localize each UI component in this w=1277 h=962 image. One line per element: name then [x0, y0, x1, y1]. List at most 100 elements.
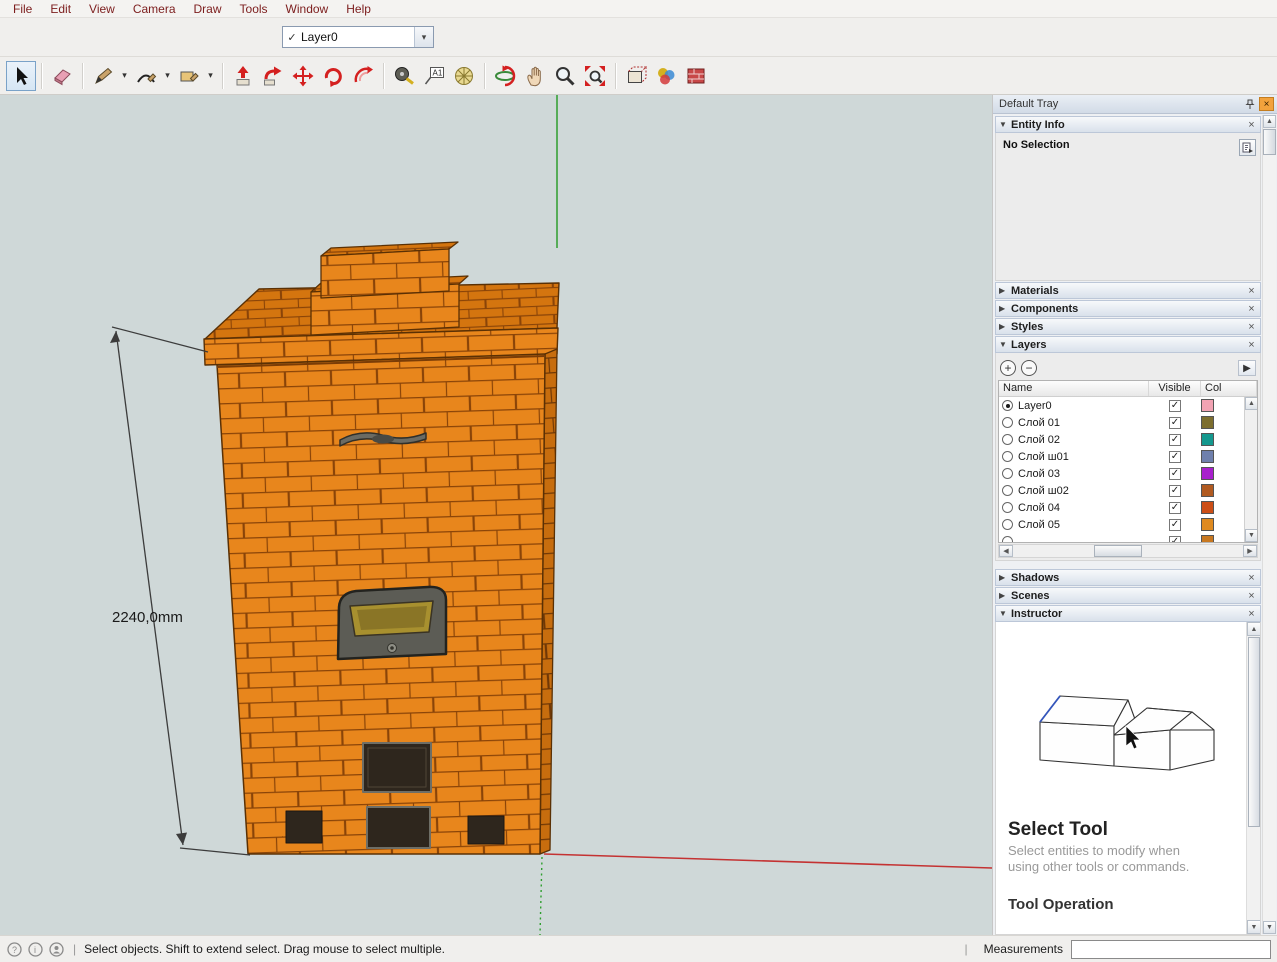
delete-layer-button[interactable]: −: [1021, 360, 1037, 376]
tape-measure-tool-button[interactable]: [389, 61, 419, 91]
scroll-up-arrow[interactable]: ▲: [1245, 397, 1258, 410]
tray-close-button[interactable]: ×: [1259, 97, 1274, 111]
instructor-scrollbar[interactable]: ▲ ▼: [1246, 622, 1260, 934]
layer-row[interactable]: Слой ш01 ✓: [999, 448, 1244, 465]
orbit-tool-button[interactable]: [490, 61, 520, 91]
materials-button[interactable]: [681, 61, 711, 91]
push-pull-tool-button[interactable]: [228, 61, 258, 91]
tray-scrollbar[interactable]: ▲ ▼: [1262, 115, 1276, 934]
visible-checkbox[interactable]: ✓: [1169, 519, 1181, 531]
section-header-styles[interactable]: ▶ Styles ×: [995, 318, 1261, 335]
scroll-right-arrow[interactable]: ▶: [1243, 545, 1257, 557]
layer-row[interactable]: Слой 02 ✓: [999, 431, 1244, 448]
user-icon[interactable]: [48, 941, 65, 958]
menu-draw[interactable]: Draw: [185, 1, 231, 17]
layer-radio[interactable]: [1002, 400, 1013, 411]
layer-radio[interactable]: [1002, 434, 1013, 445]
menu-tools[interactable]: Tools: [231, 1, 277, 17]
layers-details-button[interactable]: ▶: [1238, 360, 1256, 376]
pin-icon[interactable]: [1242, 97, 1257, 111]
chevron-expanded-icon[interactable]: ▼: [999, 120, 1011, 129]
section-header-instructor[interactable]: ▼ Instructor ×: [995, 605, 1261, 622]
section-header-components[interactable]: ▶ Components ×: [995, 300, 1261, 317]
layer-radio[interactable]: [1002, 502, 1013, 513]
section-header-materials[interactable]: ▶ Materials ×: [995, 282, 1261, 299]
close-icon[interactable]: ×: [1245, 590, 1258, 602]
ash-opening-right[interactable]: [468, 816, 504, 844]
visible-checkbox[interactable]: ✓: [1169, 536, 1181, 543]
hscroll-thumb[interactable]: [1094, 545, 1142, 557]
layer-color-swatch[interactable]: [1201, 518, 1214, 531]
scroll-down-arrow[interactable]: ▼: [1247, 920, 1261, 934]
scroll-down-arrow[interactable]: ▼: [1263, 921, 1276, 934]
zoom-extents-tool-button[interactable]: [580, 61, 610, 91]
section-header-layers[interactable]: ▼ Layers ×: [995, 336, 1261, 353]
chevron-collapsed-icon[interactable]: ▶: [999, 591, 1011, 600]
menu-file[interactable]: File: [4, 1, 41, 17]
visible-checkbox[interactable]: ✓: [1169, 400, 1181, 412]
select-tool-button[interactable]: [6, 61, 36, 91]
layer-radio[interactable]: [1002, 485, 1013, 496]
ash-door-center[interactable]: [367, 807, 430, 848]
menu-window[interactable]: Window: [277, 1, 338, 17]
layer-color-swatch[interactable]: [1201, 399, 1214, 412]
layer-row[interactable]: Слой 05 ✓: [999, 516, 1244, 533]
layer-color-swatch[interactable]: [1201, 433, 1214, 446]
menu-view[interactable]: View: [80, 1, 124, 17]
menu-camera[interactable]: Camera: [124, 1, 185, 17]
close-icon[interactable]: ×: [1245, 572, 1258, 584]
visible-checkbox[interactable]: ✓: [1169, 468, 1181, 480]
column-header-color[interactable]: Col: [1201, 381, 1257, 396]
masonry-heater-model[interactable]: [204, 242, 559, 854]
help-icon[interactable]: ?: [6, 941, 23, 958]
layer-radio[interactable]: [1002, 536, 1013, 542]
viewport-canvas[interactable]: 2240,0mm: [0, 95, 992, 935]
layer-row[interactable]: Слой 01 ✓: [999, 414, 1244, 431]
menu-help[interactable]: Help: [337, 1, 380, 17]
chevron-collapsed-icon[interactable]: ▶: [999, 573, 1011, 582]
measurements-input[interactable]: [1071, 940, 1271, 959]
layer-row[interactable]: Слой ш02 ✓: [999, 482, 1244, 499]
close-icon[interactable]: ×: [1245, 119, 1258, 131]
line-tool-dropdown[interactable]: ▾: [118, 61, 131, 91]
chevron-expanded-icon[interactable]: ▼: [999, 609, 1011, 618]
visible-checkbox[interactable]: ✓: [1169, 451, 1181, 463]
layer-color-swatch[interactable]: [1201, 467, 1214, 480]
close-icon[interactable]: ×: [1245, 321, 1258, 333]
move-tool-button[interactable]: [288, 61, 318, 91]
layers-vertical-scrollbar[interactable]: ▲ ▼: [1244, 397, 1257, 542]
scroll-down-arrow[interactable]: ▼: [1245, 529, 1258, 542]
ash-opening-left[interactable]: [286, 811, 322, 843]
protractor-tool-button[interactable]: [449, 61, 479, 91]
shapes-tool-dropdown[interactable]: ▾: [204, 61, 217, 91]
model-viewport[interactable]: 2240,0mm: [0, 95, 992, 935]
scroll-left-arrow[interactable]: ◀: [999, 545, 1013, 557]
section-header-shadows[interactable]: ▶ Shadows ×: [995, 569, 1261, 586]
pan-tool-button[interactable]: [520, 61, 550, 91]
visible-checkbox[interactable]: ✓: [1169, 485, 1181, 497]
visible-checkbox[interactable]: ✓: [1169, 434, 1181, 446]
layer-color-swatch[interactable]: [1201, 484, 1214, 497]
chevron-down-icon[interactable]: ▾: [414, 27, 433, 47]
tray-title-bar[interactable]: Default Tray ×: [993, 95, 1277, 114]
instructor-scroll-thumb[interactable]: [1248, 637, 1260, 827]
close-icon[interactable]: ×: [1245, 608, 1258, 620]
info-icon[interactable]: i: [27, 941, 44, 958]
layer-color-swatch[interactable]: [1201, 501, 1214, 514]
line-tool-button[interactable]: [88, 61, 118, 91]
menu-edit[interactable]: Edit: [41, 1, 80, 17]
zoom-tool-button[interactable]: [550, 61, 580, 91]
styles-button[interactable]: [651, 61, 681, 91]
chevron-expanded-icon[interactable]: ▼: [999, 340, 1011, 349]
layers-horizontal-scrollbar[interactable]: ◀ ▶: [998, 544, 1258, 558]
firebox-door[interactable]: [363, 743, 431, 792]
layer-color-swatch[interactable]: [1201, 416, 1214, 429]
column-header-visible[interactable]: Visible: [1149, 381, 1201, 396]
scroll-up-arrow[interactable]: ▲: [1247, 622, 1261, 636]
close-icon[interactable]: ×: [1245, 285, 1258, 297]
layer-combobox[interactable]: ✓ Layer0 ▾: [282, 26, 434, 48]
section-header-entity-info[interactable]: ▼ Entity Info ×: [995, 116, 1261, 133]
layer-color-swatch[interactable]: [1201, 535, 1214, 542]
layer-row[interactable]: Слой 04 ✓: [999, 499, 1244, 516]
rotate-tool-button[interactable]: [318, 61, 348, 91]
